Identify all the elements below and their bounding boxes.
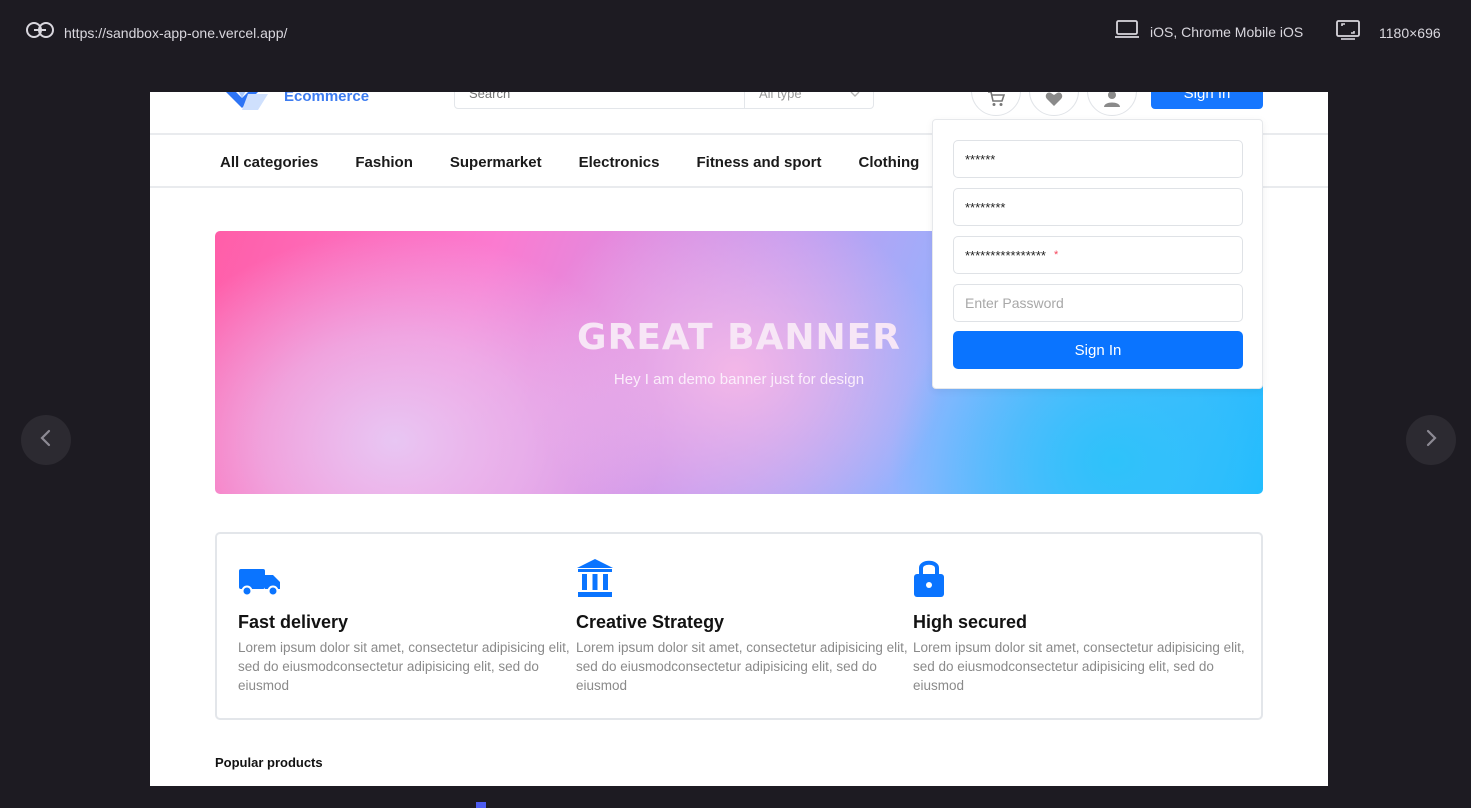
url-text[interactable]: https://sandbox-app-one.vercel.app/ [64, 25, 287, 41]
search-input[interactable] [455, 92, 743, 108]
device-text: iOS, Chrome Mobile iOS [1150, 23, 1304, 40]
category-nav: All categories Fashion Supermarket Elect… [220, 154, 956, 171]
feature-desc: Lorem ipsum dolor sit amet, consectetur … [238, 640, 570, 693]
feature-card: Fast delivery Lorem ipsum dolor sit amet… [238, 554, 570, 695]
category-clothing[interactable]: Clothing [859, 154, 920, 171]
category-electronics[interactable]: Electronics [579, 154, 660, 171]
masked-field[interactable]: **************** * [953, 236, 1243, 274]
masked-value: **************** [965, 247, 1046, 263]
site-viewport: Ecommerce All type Sign In All categorie… [150, 92, 1328, 786]
truck-icon [238, 554, 570, 598]
masked-field[interactable]: ****** [953, 140, 1243, 178]
next-button[interactable] [1406, 415, 1456, 465]
scroll-indicator [476, 802, 486, 808]
feature-card: High secured Lorem ipsum dolor sit amet,… [913, 554, 1245, 695]
signin-submit-button[interactable]: Sign In [953, 331, 1243, 369]
wishlist-button[interactable] [1029, 92, 1079, 116]
cart-icon [987, 92, 1006, 112]
feature-title: Creative Strategy [576, 612, 725, 632]
logo-icon[interactable] [218, 92, 274, 110]
chevron-left-icon [39, 428, 53, 453]
masked-value: ****** [965, 151, 996, 167]
feature-desc: Lorem ipsum dolor sit amet, consectetur … [913, 640, 1245, 693]
type-select-value: All type [759, 92, 802, 101]
size-display: 1180×696 [1335, 19, 1441, 46]
password-input[interactable] [965, 295, 1242, 311]
viewer-toolbar: https://sandbox-app-one.vercel.app/ iOS,… [0, 0, 1471, 62]
section-title: Popular products [215, 755, 323, 770]
cart-button[interactable] [971, 92, 1021, 116]
bank-icon [576, 554, 908, 598]
feature-card: Creative Strategy Lorem ipsum dolor sit … [576, 554, 908, 695]
header-signin-button[interactable]: Sign In [1151, 92, 1263, 109]
device-display: iOS, Chrome Mobile iOS [1114, 19, 1303, 44]
previous-button[interactable] [21, 415, 71, 465]
feature-desc: Lorem ipsum dolor sit amet, consectetur … [576, 640, 908, 693]
feature-title: High secured [913, 612, 1028, 632]
lock-icon [913, 554, 1245, 598]
heart-icon [1045, 92, 1063, 112]
user-icon [1103, 92, 1121, 112]
category-fashion[interactable]: Fashion [355, 154, 413, 171]
feature-title: Fast delivery [238, 612, 349, 632]
url-display: https://sandbox-app-one.vercel.app/ [26, 20, 287, 45]
type-select[interactable]: All type [744, 92, 874, 108]
chevron-down-icon [850, 92, 860, 101]
category-supermarket[interactable]: Supermarket [450, 154, 542, 171]
screen-size-icon [1335, 19, 1361, 46]
chevron-right-icon [1424, 428, 1438, 453]
link-icon [26, 20, 54, 45]
required-marker: * [1053, 249, 1059, 261]
size-text: 1180×696 [1379, 24, 1441, 41]
features-panel: Fast delivery Lorem ipsum dolor sit amet… [215, 532, 1263, 720]
masked-field[interactable]: ******** [953, 188, 1243, 226]
laptop-icon [1114, 19, 1140, 44]
logo-text[interactable]: Ecommerce [284, 92, 369, 105]
category-all[interactable]: All categories [220, 154, 318, 171]
masked-value: ******** [965, 199, 1006, 215]
category-fitness[interactable]: Fitness and sport [696, 154, 821, 171]
signin-dropdown: ****** ******** **************** * Sign … [932, 119, 1263, 389]
search-bar: All type [454, 92, 874, 109]
password-field[interactable] [953, 284, 1243, 322]
account-button[interactable] [1087, 92, 1137, 116]
